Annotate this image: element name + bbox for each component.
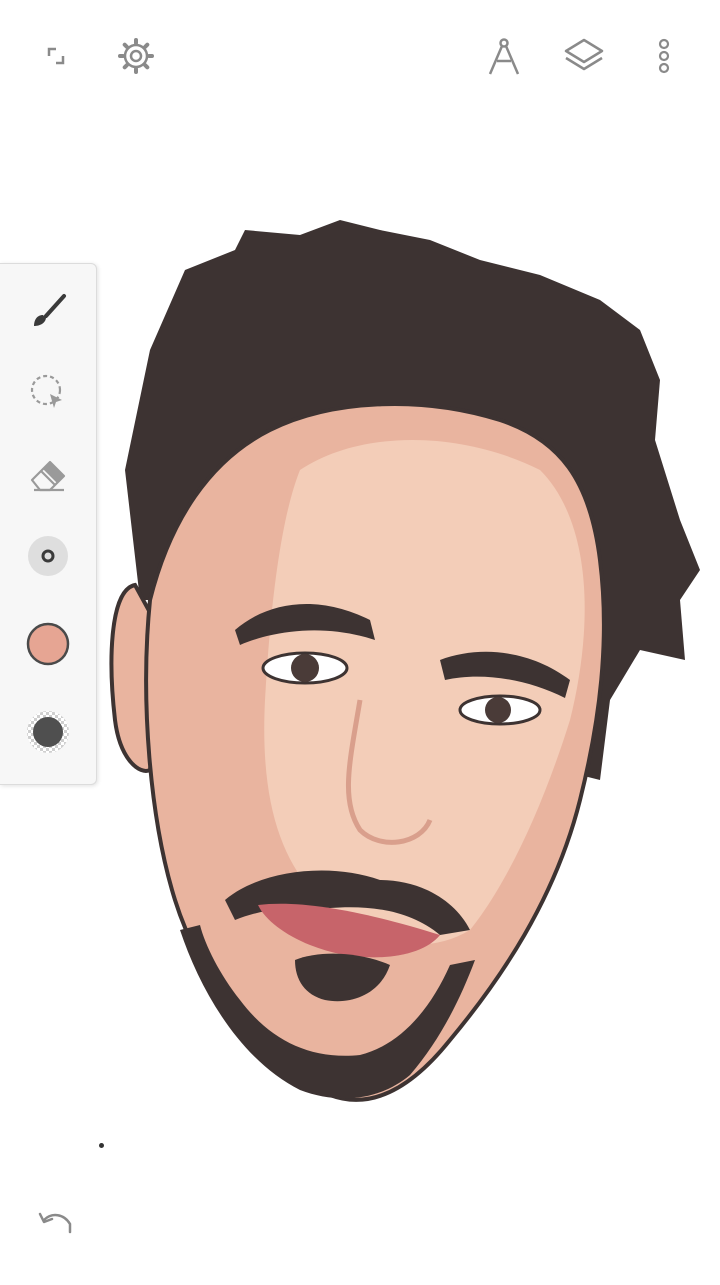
- compass-icon: [488, 38, 520, 75]
- layers-icon: [564, 38, 604, 71]
- color-swatch: [26, 622, 70, 666]
- undo-button[interactable]: [28, 1196, 84, 1252]
- settings-button[interactable]: [110, 30, 162, 82]
- layers-button[interactable]: [558, 30, 610, 82]
- drawing-canvas[interactable]: [0, 0, 720, 1280]
- perspective-button[interactable]: [478, 30, 530, 82]
- undo-icon: [38, 1212, 72, 1234]
- select-tool[interactable]: [20, 364, 76, 420]
- opacity-tool[interactable]: [20, 704, 76, 760]
- portrait-artwork: [109, 220, 700, 1102]
- brush-size-icon: [28, 536, 68, 576]
- brush-tool[interactable]: [20, 284, 76, 340]
- brush-size-tool[interactable]: [20, 528, 76, 584]
- top-toolbar: [0, 0, 720, 112]
- more-options-button[interactable]: [638, 30, 690, 82]
- gear-icon: [118, 38, 154, 74]
- tool-panel: [0, 263, 97, 785]
- brush-icon: [34, 294, 66, 326]
- opacity-swatch: [27, 711, 69, 753]
- fullscreen-button[interactable]: [30, 30, 82, 82]
- eraser-tool[interactable]: [20, 446, 76, 502]
- fullscreen-icon: [47, 47, 65, 65]
- color-picker-tool[interactable]: [20, 616, 76, 672]
- lasso-select-icon: [30, 374, 62, 408]
- more-vertical-icon: [658, 38, 670, 74]
- stray-dot: [99, 1143, 104, 1148]
- eraser-icon: [30, 460, 66, 492]
